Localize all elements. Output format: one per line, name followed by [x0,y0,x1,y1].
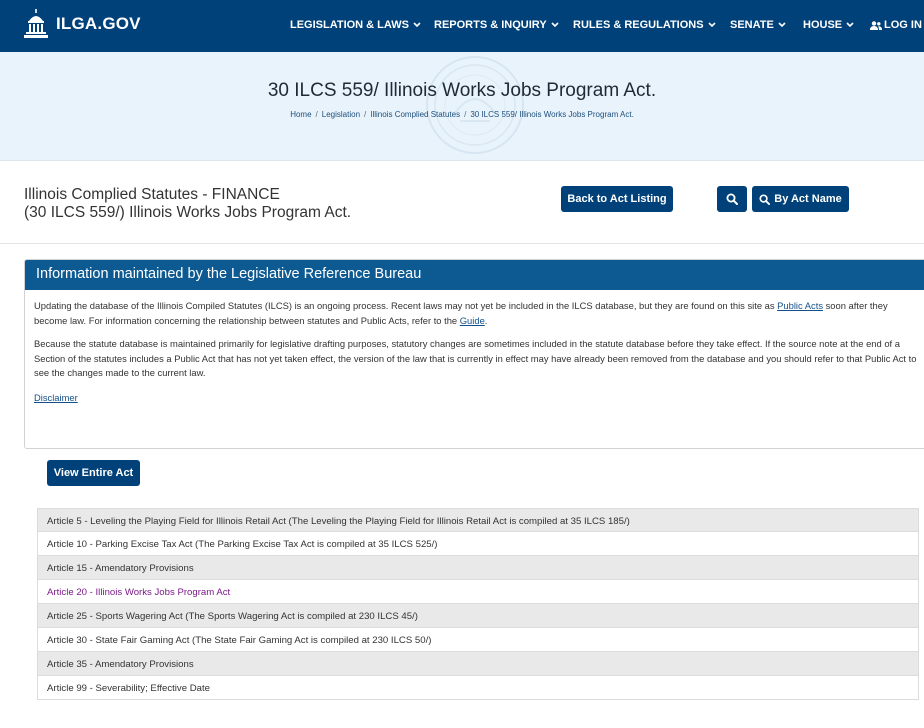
chevron-down-icon [708,22,716,28]
search-button[interactable] [717,186,747,212]
breadcrumb-separator: / [464,110,467,119]
act-heading: Illinois Complied Statutes - FINANCE (30… [24,186,351,222]
chevron-down-icon [846,22,854,28]
nav-label: HOUSE [803,19,843,31]
nav-reports-inquiry[interactable]: REPORTS & INQUIRY [434,19,559,31]
article-row[interactable]: Article 30 - State Fair Gaming Act (The … [37,628,919,652]
text: Updating the database of the Illinois Co… [34,300,778,311]
top-navigation-bar: ILGA.GOV LEGISLATION & LAWS REPORTS & IN… [0,0,924,52]
public-acts-link[interactable]: Public Acts [777,300,823,311]
button-label: View Entire Act [53,467,134,479]
panel-title: Information maintained by the Legislativ… [25,260,924,290]
breadcrumb-current: 30 ILCS 559/ Illinois Works Jobs Program… [470,110,634,119]
search-by-act-name-button[interactable]: By Act Name [752,186,849,212]
breadcrumb: Home / Legislation / Illinois Complied Statu… [0,110,924,119]
breadcrumb-home[interactable]: Home [290,110,311,119]
state-seal-watermark [426,56,524,154]
chevron-down-icon [778,22,786,28]
nav-label: REPORTS & INQUIRY [434,19,547,31]
text: . [484,314,488,326]
login-link[interactable]: LOG IN [870,19,922,31]
nav-rules-regulations[interactable]: RULES & REGULATIONS [573,19,716,31]
search-icon [726,193,738,205]
search-icon [759,193,771,205]
disclaimer-link[interactable]: Disclaimer [34,392,78,403]
breadcrumb-separator: / [315,110,318,119]
act-name: (30 ILCS 559/) Illinois Works Jobs Progr… [24,204,352,221]
lrb-info-panel: Information maintained by the Legislativ… [24,259,924,449]
article-link[interactable]: Article 15 - Amendatory Provisions [47,563,194,574]
nav-label: LEGISLATION & LAWS [290,19,409,31]
capitol-building-icon [24,9,48,38]
section-divider [0,243,924,244]
article-row[interactable]: Article 25 - Sports Wagering Act (The Sp… [37,604,919,628]
brand-name: ILGA.GOV [56,14,141,33]
panel-body: Updating the database of the Illinois Co… [25,299,924,406]
view-entire-act-button[interactable]: View Entire Act [47,460,140,486]
article-row[interactable]: Article 15 - Amendatory Provisions [37,556,919,580]
info-paragraph-1: Updating the database of the Illinois Co… [34,299,919,328]
article-row[interactable]: Article 99 - Severability; Effective Dat… [37,676,919,700]
nav-house[interactable]: HOUSE [803,19,854,31]
article-link[interactable]: Article 10 - Parking Excise Tax Act (The… [47,539,438,550]
login-label: LOG IN [884,19,922,31]
article-link[interactable]: Article 5 - Leveling the Playing Field f… [47,516,630,527]
breadcrumb-separator: / [364,110,367,119]
nav-label: SENATE [730,19,774,31]
breadcrumb-statutes[interactable]: Illinois Complied Statutes [370,110,460,119]
act-category: Illinois Complied Statutes - FINANCE [24,186,280,203]
nav-senate[interactable]: SENATE [730,19,786,31]
article-link[interactable]: Article 99 - Severability; Effective Dat… [47,683,210,694]
nav-label: RULES & REGULATIONS [573,19,704,31]
breadcrumb-legislation[interactable]: Legislation [322,110,360,119]
info-paragraph-2: Because the statute database is maintain… [34,338,917,379]
article-row[interactable]: Article 20 - Illinois Works Jobs Program… [37,580,919,604]
brand-logo-link[interactable]: ILGA.GOV [24,9,141,39]
article-link[interactable]: Article 30 - State Fair Gaming Act (The … [47,635,431,646]
article-row[interactable]: Article 5 - Leveling the Playing Field f… [37,508,919,532]
nav-legislation-laws[interactable]: LEGISLATION & LAWS [290,19,421,31]
users-icon [870,20,882,30]
page-hero: 30 ILCS 559/ Illinois Works Jobs Program… [0,52,924,161]
button-label: By Act Name [774,193,842,205]
page-title: 30 ILCS 559/ Illinois Works Jobs Program… [267,80,657,101]
article-row[interactable]: Article 35 - Amendatory Provisions [37,652,919,676]
article-link-visited[interactable]: Article 20 - Illinois Works Jobs Program… [47,587,230,598]
guide-link[interactable]: Guide [460,315,485,326]
disclaimer-row: Disclaimer [34,391,919,406]
button-label: Back to Act Listing [567,193,667,205]
article-row[interactable]: Article 10 - Parking Excise Tax Act (The… [37,532,919,556]
back-to-act-listing-button[interactable]: Back to Act Listing [561,186,673,212]
chevron-down-icon [551,22,559,28]
article-link[interactable]: Article 25 - Sports Wagering Act (The Sp… [47,611,418,622]
article-link[interactable]: Article 35 - Amendatory Provisions [47,659,194,670]
article-list: Article 5 - Leveling the Playing Field f… [37,508,919,700]
chevron-down-icon [413,22,421,28]
